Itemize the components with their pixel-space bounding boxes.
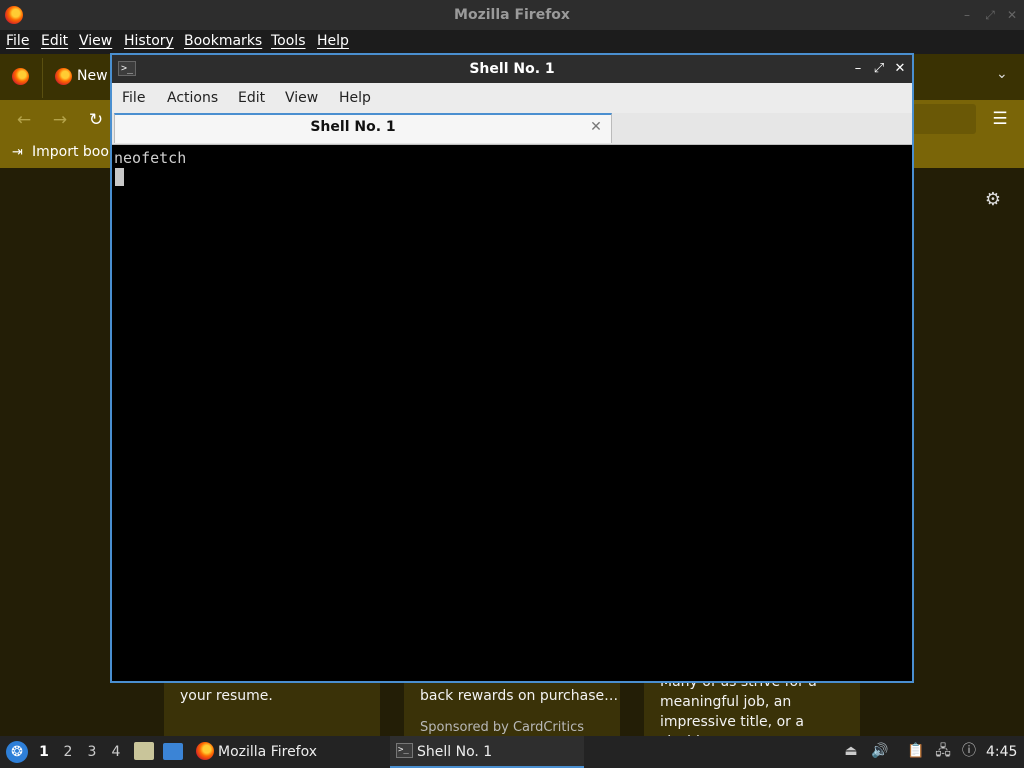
upload-icon[interactable]: ⏏ (842, 742, 860, 760)
taskbar-firefox-label: Mozilla Firefox (218, 744, 318, 760)
forward-arrow-icon[interactable]: → (50, 110, 70, 130)
firefox-menubar: File Edit View History Bookmarks Tools H… (0, 30, 1024, 54)
terminal-tab-label: Shell No. 1 (310, 119, 396, 135)
story-card[interactable]: your resume. (164, 682, 380, 736)
terminal-output[interactable] (112, 145, 912, 681)
firefox-close-icon[interactable]: ✕ (1005, 8, 1019, 22)
terminal-menu-file[interactable]: File (122, 83, 145, 113)
firefox-menu-file[interactable]: File (6, 30, 29, 54)
reload-icon[interactable]: ↻ (86, 110, 106, 130)
show-desktop-icon[interactable] (163, 743, 183, 760)
story-card-sponsor: Sponsored by CardCritics (420, 720, 585, 735)
tab-close-icon[interactable]: ✕ (588, 119, 604, 135)
story-card[interactable]: back rewards on purchase… Sponsored by C… (404, 682, 620, 736)
terminal-menu-view[interactable]: View (285, 83, 318, 113)
firefox-icon (196, 742, 214, 760)
story-card-text: back rewards on purchase… (420, 688, 619, 704)
workspace-1[interactable]: 1 (37, 736, 51, 768)
tab-separator (42, 58, 43, 98)
firefox-menu-view[interactable]: View (79, 30, 112, 54)
terminal-menu-edit[interactable]: Edit (238, 83, 265, 113)
terminal-icon: >_ (396, 743, 413, 758)
terminal-command-line: neofetch (114, 149, 187, 167)
tab-favicon-icon (55, 68, 72, 85)
hamburger-icon[interactable]: ☰ (990, 109, 1010, 129)
taskbar-shell-label: Shell No. 1 (417, 744, 493, 760)
import-bookmarks-link[interactable]: Import book (32, 144, 117, 160)
gear-icon[interactable]: ⚙ (983, 190, 1003, 210)
import-icon: ⇥ (12, 145, 23, 160)
minimize-icon[interactable]: – (850, 61, 866, 77)
firefox-view-icon[interactable] (12, 68, 29, 85)
workspace-3[interactable]: 3 (85, 736, 99, 768)
maximize-icon[interactable]: ⤢ (871, 61, 887, 77)
firefox-window-title: Mozilla Firefox (454, 7, 570, 23)
network-icon[interactable]: 🖧 (934, 742, 952, 760)
story-card[interactable]: Many of us strive for a meaningful job, … (644, 674, 860, 750)
terminal-window: >_ Shell No. 1 – ⤢ ✕ File Actions Edit V… (110, 53, 914, 683)
chevron-down-icon[interactable]: ⌄ (996, 66, 1012, 82)
firefox-minimize-icon[interactable]: – (960, 8, 974, 22)
volume-icon[interactable]: 🔊 (871, 742, 889, 760)
story-card-text: your resume. (180, 688, 273, 704)
taskbar-clock[interactable]: 4:45 (986, 736, 1017, 768)
back-arrow-icon[interactable]: ← (14, 110, 34, 130)
terminal-menu-actions[interactable]: Actions (167, 83, 218, 113)
firefox-menu-help[interactable]: Help (317, 30, 349, 54)
terminal-window-title: Shell No. 1 (469, 61, 555, 77)
firefox-menu-edit[interactable]: Edit (41, 30, 68, 54)
firefox-tab-new[interactable]: New (77, 68, 108, 84)
start-menu-icon[interactable]: ❂ (6, 741, 28, 763)
clipboard-icon[interactable]: 📋 (907, 742, 925, 760)
url-bar[interactable] (912, 104, 976, 134)
story-card-text: meaningful job, an (660, 694, 792, 710)
firefox-menu-tools[interactable]: Tools (271, 30, 306, 54)
firefox-menu-history[interactable]: History (124, 30, 174, 54)
terminal-menu-help[interactable]: Help (339, 83, 371, 113)
file-manager-icon[interactable] (134, 742, 154, 760)
firefox-maximize-icon[interactable]: ⤢ (983, 8, 997, 22)
firefox-menu-bookmarks[interactable]: Bookmarks (184, 30, 262, 54)
close-icon[interactable]: ✕ (892, 61, 908, 77)
terminal-cursor (115, 168, 124, 186)
workspace-4[interactable]: 4 (109, 736, 123, 768)
terminal-menubar: File Actions Edit View Help (112, 83, 912, 113)
workspace-2[interactable]: 2 (61, 736, 75, 768)
notification-icon[interactable]: ⓘ (960, 742, 978, 760)
